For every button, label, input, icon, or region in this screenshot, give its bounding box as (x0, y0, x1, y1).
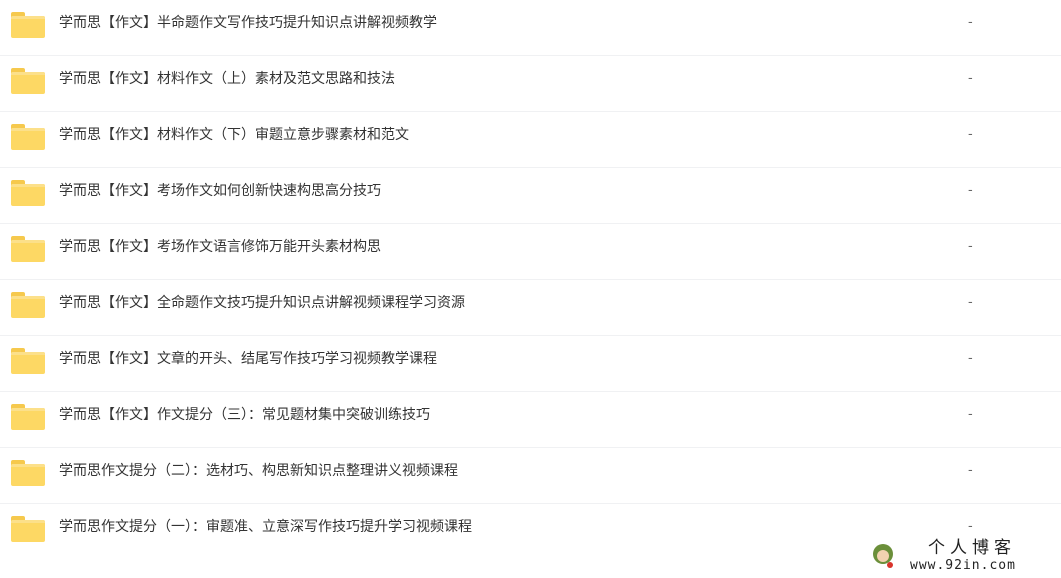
folder-icon (11, 236, 45, 262)
folder-icon (11, 292, 45, 318)
file-name[interactable]: 学而思【作文】文章的开头、结尾写作技巧学习视频教学课程 (59, 350, 437, 368)
file-row-1[interactable]: 学而思【作文】半命题作文写作技巧提升知识点讲解视频教学 - (0, 0, 1061, 56)
file-row-8[interactable]: 学而思【作文】作文提分（三）：常见题材集中突破训练技巧 - (0, 392, 1061, 448)
file-name[interactable]: 学而思作文提分（二）：选材巧、构思新知识点整理讲义视频课程 (59, 462, 458, 480)
file-name[interactable]: 学而思【作文】作文提分（三）：常见题材集中突破训练技巧 (59, 406, 430, 424)
folder-icon (11, 12, 45, 38)
file-name[interactable]: 学而思【作文】半命题作文写作技巧提升知识点讲解视频教学 (59, 14, 437, 32)
watermark: 个人博客 www.92in.com (870, 538, 1058, 576)
file-name[interactable]: 学而思【作文】全命题作文技巧提升知识点讲解视频课程学习资源 (59, 294, 465, 312)
file-size: - (968, 295, 973, 310)
file-name[interactable]: 学而思作文提分（一）：审题准、立意深写作技巧提升学习视频课程 (59, 518, 472, 536)
file-size: - (968, 407, 973, 422)
file-name[interactable]: 学而思【作文】考场作文如何创新快速构思高分技巧 (59, 182, 381, 200)
file-row-6[interactable]: 学而思【作文】全命题作文技巧提升知识点讲解视频课程学习资源 - (0, 280, 1061, 336)
file-row-3[interactable]: 学而思【作文】材料作文（下）审题立意步骤素材和范文 - (0, 112, 1061, 168)
folder-icon (11, 516, 45, 542)
file-size: - (968, 351, 973, 366)
watermark-url: www.92in.com (910, 558, 1016, 573)
folder-icon (11, 180, 45, 206)
file-size: - (968, 127, 973, 142)
file-size: - (968, 519, 973, 534)
folder-icon (11, 460, 45, 486)
folder-icon (11, 124, 45, 150)
file-name[interactable]: 学而思【作文】材料作文（上）素材及范文思路和技法 (59, 70, 395, 88)
folder-icon (11, 68, 45, 94)
file-row-5[interactable]: 学而思【作文】考场作文语言修饰万能开头素材构思 - (0, 224, 1061, 280)
file-size: - (968, 183, 973, 198)
file-row-4[interactable]: 学而思【作文】考场作文如何创新快速构思高分技巧 - (0, 168, 1061, 224)
file-row-9[interactable]: 学而思作文提分（二）：选材巧、构思新知识点整理讲义视频课程 - (0, 448, 1061, 504)
file-size: - (968, 239, 973, 254)
folder-icon (11, 404, 45, 430)
avatar-icon (870, 542, 896, 570)
file-size: - (968, 463, 973, 478)
file-size: - (968, 15, 973, 30)
file-name[interactable]: 学而思【作文】材料作文（下）审题立意步骤素材和范文 (59, 126, 409, 144)
file-row-7[interactable]: 学而思【作文】文章的开头、结尾写作技巧学习视频教学课程 - (0, 336, 1061, 392)
watermark-title: 个人博客 (928, 538, 1016, 558)
file-name[interactable]: 学而思【作文】考场作文语言修饰万能开头素材构思 (59, 238, 381, 256)
file-row-2[interactable]: 学而思【作文】材料作文（上）素材及范文思路和技法 - (0, 56, 1061, 112)
folder-icon (11, 348, 45, 374)
file-list: 学而思【作文】半命题作文写作技巧提升知识点讲解视频教学 - 学而思【作文】材料作… (0, 0, 1061, 560)
file-size: - (968, 71, 973, 86)
